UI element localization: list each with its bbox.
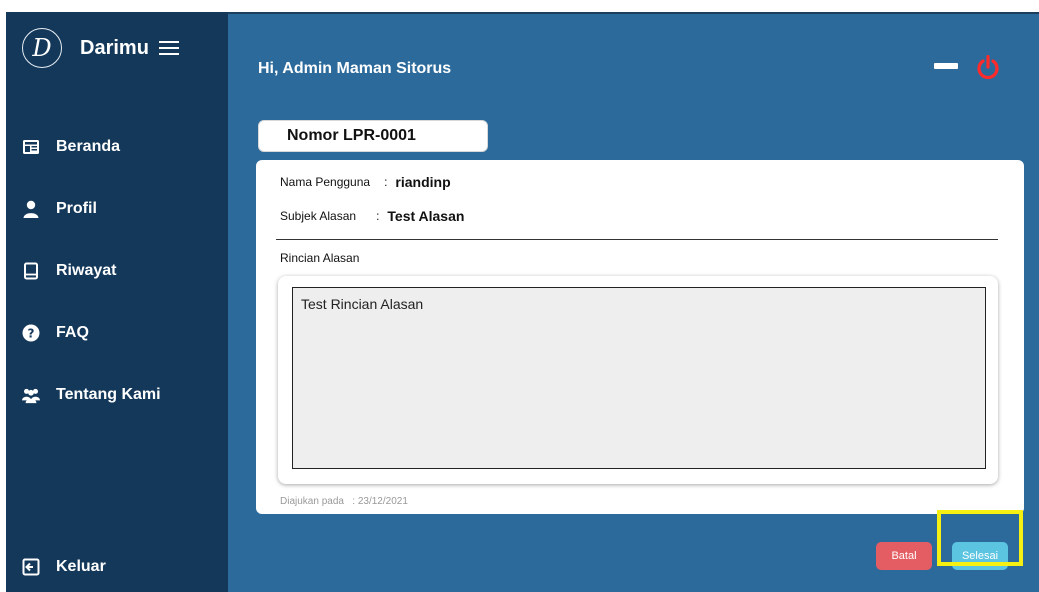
- nama-label: Nama Pengguna: [280, 175, 371, 189]
- report-card: Nama Pengguna : riandinp Subjek Alasan :…: [256, 160, 1024, 514]
- brand: D Darimu: [22, 28, 179, 68]
- submitted-info: Diajukan pada : 23/12/2021: [280, 496, 408, 507]
- sidebar-item-label: Tentang Kami: [56, 386, 161, 403]
- minimize-icon[interactable]: [934, 63, 958, 69]
- hamburger-menu-icon[interactable]: [158, 41, 179, 55]
- newspaper-icon: [22, 138, 40, 156]
- sidebar-item-riwayat[interactable]: Riwayat: [22, 262, 116, 280]
- subjek-label: Subjek Alasan: [280, 209, 357, 223]
- rincian-textarea[interactable]: Test Rincian Alasan: [292, 287, 986, 469]
- diajukan-value: 23/12/2021: [357, 496, 408, 507]
- sidebar-item-profil[interactable]: Profil: [22, 200, 97, 218]
- divider: [276, 239, 998, 240]
- sidebar-item-label: FAQ: [56, 324, 89, 341]
- book-icon: [22, 262, 40, 280]
- rincian-box: Test Rincian Alasan: [278, 276, 998, 484]
- separator: :: [352, 496, 356, 507]
- sign-out-icon: [22, 558, 40, 576]
- greeting: Hi, Admin Maman Sitorus: [258, 60, 452, 77]
- highlight-box: [937, 510, 1023, 566]
- question-circle-icon: ?: [22, 324, 40, 342]
- logout-label: Keluar: [56, 558, 106, 575]
- brand-name: Darimu: [80, 36, 149, 59]
- diajukan-label: Diajukan pada: [280, 496, 344, 507]
- users-icon: [22, 386, 40, 404]
- sidebar-item-label: Profil: [56, 200, 97, 217]
- separator: :: [384, 175, 388, 189]
- sidebar: [6, 12, 228, 592]
- separator: :: [376, 209, 380, 223]
- sidebar-item-label: Riwayat: [56, 262, 117, 279]
- batal-button[interactable]: Batal: [876, 542, 932, 570]
- power-icon[interactable]: [976, 55, 1000, 81]
- logo-letter: D: [32, 34, 52, 62]
- sidebar-item-beranda[interactable]: Beranda: [22, 138, 120, 156]
- nama-row: Nama Pengguna : riandinp: [280, 174, 451, 190]
- sidebar-item-faq[interactable]: ? FAQ: [22, 324, 89, 342]
- rincian-label: Rincian Alasan: [280, 251, 360, 265]
- user-icon: [22, 200, 40, 218]
- subjek-row: Subjek Alasan : Test Alasan: [280, 208, 464, 224]
- sidebar-item-tentang-kami[interactable]: Tentang Kami: [22, 386, 161, 404]
- subjek-value: Test Alasan: [387, 208, 465, 224]
- logo: D: [22, 28, 62, 68]
- logout-button[interactable]: Keluar: [22, 558, 106, 576]
- sidebar-item-label: Beranda: [56, 138, 121, 155]
- svg-text:?: ?: [28, 327, 35, 341]
- nama-value: riandinp: [395, 174, 451, 190]
- report-number: Nomor LPR-0001: [258, 120, 488, 152]
